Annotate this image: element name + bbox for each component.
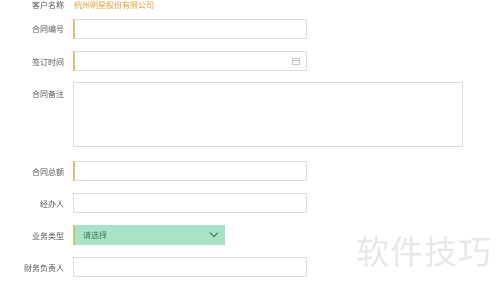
total-amount-label: 合同总额 xyxy=(32,168,64,177)
business-type-value: 请选择 xyxy=(83,231,107,240)
customer-name-value: 杭州明星股份有限公司 xyxy=(74,1,154,10)
remark-textarea[interactable] xyxy=(73,82,463,147)
business-type-select[interactable]: 请选择 xyxy=(73,225,225,245)
chevron-down-icon xyxy=(209,228,219,238)
finance-owner-input[interactable] xyxy=(73,257,307,277)
finance-owner-label: 财务负责人 xyxy=(24,264,64,273)
contract-no-label: 合同编号 xyxy=(32,25,64,34)
watermark-text: 软件技巧 xyxy=(356,233,492,272)
business-type-label: 业务类型 xyxy=(32,232,64,241)
handler-label: 经办人 xyxy=(40,200,64,209)
remark-label: 合同备注 xyxy=(32,90,64,99)
handler-input[interactable] xyxy=(73,193,307,213)
contract-no-input[interactable] xyxy=(73,19,307,39)
sign-date-input[interactable] xyxy=(73,51,307,71)
total-amount-input[interactable] xyxy=(73,161,307,181)
calendar-icon[interactable] xyxy=(292,58,300,65)
sign-date-label: 签订时间 xyxy=(32,58,64,67)
customer-name-label: 客户名称 xyxy=(32,1,64,10)
